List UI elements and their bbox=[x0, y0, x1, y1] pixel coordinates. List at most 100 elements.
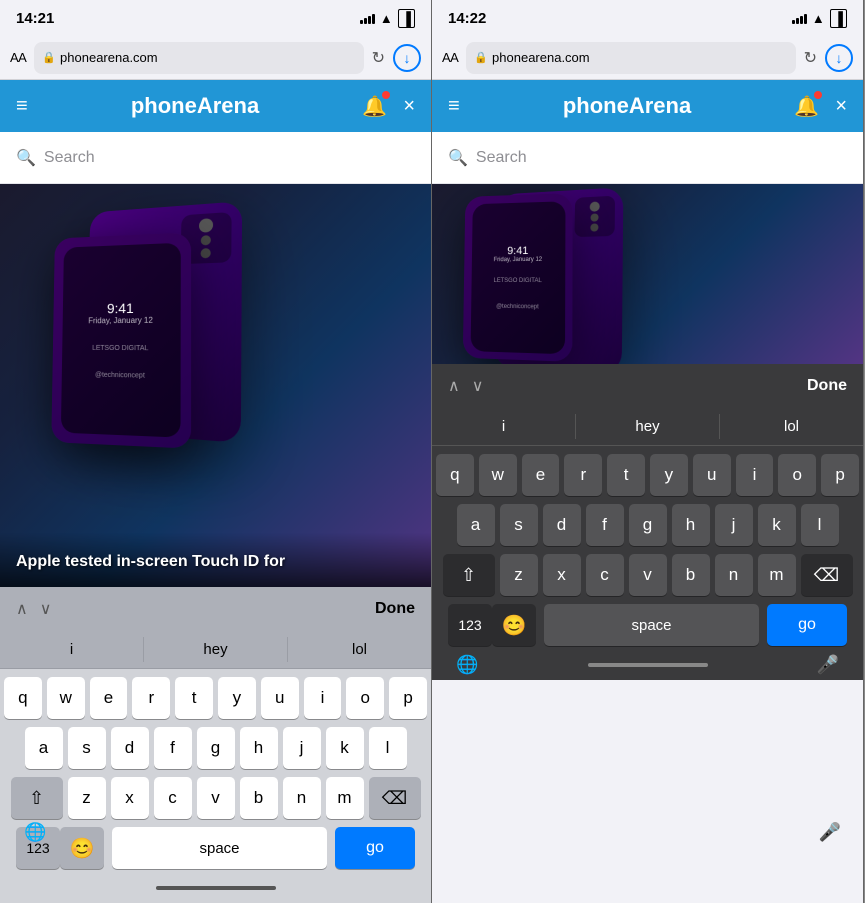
keyboard-toolbar-left: ∧ ∨ Done bbox=[0, 587, 431, 631]
key-t-left[interactable]: t bbox=[175, 677, 213, 719]
autocomplete-bar-right: i hey lol bbox=[432, 408, 863, 446]
key-u-left[interactable]: u bbox=[261, 677, 299, 719]
key-v-left[interactable]: v bbox=[197, 777, 235, 819]
key-v-right[interactable]: v bbox=[629, 554, 667, 596]
key-n-right[interactable]: n bbox=[715, 554, 753, 596]
autocomplete-word-3-right[interactable]: lol bbox=[720, 414, 863, 439]
key-x-left[interactable]: x bbox=[111, 777, 149, 819]
key-f-left[interactable]: f bbox=[154, 727, 192, 769]
key-z-right[interactable]: z bbox=[500, 554, 538, 596]
key-k-right[interactable]: k bbox=[758, 504, 796, 546]
key-w-right[interactable]: w bbox=[479, 454, 517, 496]
aa-label-left[interactable]: AA bbox=[10, 50, 26, 65]
key-m-left[interactable]: m bbox=[326, 777, 364, 819]
key-t-right[interactable]: t bbox=[607, 454, 645, 496]
prev-arrow-right[interactable]: ∧ bbox=[448, 376, 460, 396]
key-p-left[interactable]: p bbox=[389, 677, 427, 719]
key-j-right[interactable]: j bbox=[715, 504, 753, 546]
globe-icon-right: 🌐 bbox=[456, 655, 478, 676]
key-n-left[interactable]: n bbox=[283, 777, 321, 819]
key-shift-left[interactable]: ⇧ bbox=[11, 777, 63, 819]
search-bar-left[interactable]: 🔍 Search bbox=[0, 132, 431, 184]
url-bar-right[interactable]: 🔒 phonearena.com bbox=[466, 42, 795, 74]
key-p-right[interactable]: p bbox=[821, 454, 859, 496]
article-overlay-left: Apple tested in-screen Touch ID for bbox=[0, 533, 431, 587]
notification-dot-left bbox=[382, 91, 390, 99]
key-m-right[interactable]: m bbox=[758, 554, 796, 596]
key-emoji-left[interactable]: 😊 bbox=[60, 827, 104, 869]
key-h-right[interactable]: h bbox=[672, 504, 710, 546]
key-delete-right[interactable]: ⌫ bbox=[801, 554, 853, 596]
key-r-right[interactable]: r bbox=[564, 454, 602, 496]
key-c-right[interactable]: c bbox=[586, 554, 624, 596]
key-d-right[interactable]: d bbox=[543, 504, 581, 546]
key-y-left[interactable]: y bbox=[218, 677, 256, 719]
signal-icon bbox=[360, 12, 375, 24]
autocomplete-word-1-left[interactable]: i bbox=[0, 637, 144, 662]
key-a-left[interactable]: a bbox=[25, 727, 63, 769]
key-delete-left[interactable]: ⌫ bbox=[369, 777, 421, 819]
hamburger-icon-right[interactable]: ≡ bbox=[448, 95, 460, 118]
key-r-left[interactable]: r bbox=[132, 677, 170, 719]
done-button-left[interactable]: Done bbox=[375, 600, 415, 618]
nav-title-right: phoneArena bbox=[563, 93, 691, 119]
keyboard-nav-right: ∧ ∨ bbox=[448, 376, 483, 396]
key-i-right[interactable]: i bbox=[736, 454, 774, 496]
key-w-left[interactable]: w bbox=[47, 677, 85, 719]
download-button-right[interactable]: ↓ bbox=[825, 44, 853, 72]
key-j-left[interactable]: j bbox=[283, 727, 321, 769]
key-e-left[interactable]: e bbox=[90, 677, 128, 719]
key-q-right[interactable]: q bbox=[436, 454, 474, 496]
key-k-left[interactable]: k bbox=[326, 727, 364, 769]
next-arrow-left[interactable]: ∨ bbox=[40, 599, 52, 619]
key-q-left[interactable]: q bbox=[4, 677, 42, 719]
search-bar-right[interactable]: 🔍 Search bbox=[432, 132, 863, 184]
key-g-left[interactable]: g bbox=[197, 727, 235, 769]
refresh-button-left[interactable]: ↻ bbox=[372, 48, 385, 68]
key-f-right[interactable]: f bbox=[586, 504, 624, 546]
bell-container-left[interactable]: 🔔 bbox=[362, 94, 387, 119]
key-b-right[interactable]: b bbox=[672, 554, 710, 596]
close-icon-right[interactable]: × bbox=[835, 95, 847, 118]
key-i-left[interactable]: i bbox=[304, 677, 342, 719]
key-s-right[interactable]: s bbox=[500, 504, 538, 546]
key-s-left[interactable]: s bbox=[68, 727, 106, 769]
key-h-left[interactable]: h bbox=[240, 727, 278, 769]
key-space-left[interactable]: space bbox=[112, 827, 327, 869]
key-space-right[interactable]: space bbox=[544, 604, 759, 646]
autocomplete-word-3-left[interactable]: lol bbox=[288, 637, 431, 662]
key-go-left[interactable]: go bbox=[335, 827, 415, 869]
key-b-left[interactable]: b bbox=[240, 777, 278, 819]
url-bar-left[interactable]: 🔒 phonearena.com bbox=[34, 42, 363, 74]
key-emoji-right[interactable]: 😊 bbox=[492, 604, 536, 646]
next-arrow-right[interactable]: ∨ bbox=[472, 376, 484, 396]
hamburger-icon-left[interactable]: ≡ bbox=[16, 95, 28, 118]
key-go-right[interactable]: go bbox=[767, 604, 847, 646]
prev-arrow-left[interactable]: ∧ bbox=[16, 599, 28, 619]
key-g-right[interactable]: g bbox=[629, 504, 667, 546]
key-o-right[interactable]: o bbox=[778, 454, 816, 496]
bell-container-right[interactable]: 🔔 bbox=[794, 94, 819, 119]
refresh-button-right[interactable]: ↻ bbox=[804, 48, 817, 68]
key-u-right[interactable]: u bbox=[693, 454, 731, 496]
key-e-right[interactable]: e bbox=[522, 454, 560, 496]
autocomplete-word-2-left[interactable]: hey bbox=[144, 637, 288, 662]
key-l-right[interactable]: l bbox=[801, 504, 839, 546]
key-y-right[interactable]: y bbox=[650, 454, 688, 496]
key-a-right[interactable]: a bbox=[457, 504, 495, 546]
autocomplete-word-2-right[interactable]: hey bbox=[576, 414, 720, 439]
autocomplete-word-1-right[interactable]: i bbox=[432, 414, 576, 439]
download-button-left[interactable]: ↓ bbox=[393, 44, 421, 72]
key-row-2-right: a s d f g h j k l bbox=[436, 504, 859, 546]
key-shift-right[interactable]: ⇧ bbox=[443, 554, 495, 596]
key-x-right[interactable]: x bbox=[543, 554, 581, 596]
key-l-left[interactable]: l bbox=[369, 727, 407, 769]
aa-label-right[interactable]: AA bbox=[442, 50, 458, 65]
done-button-right[interactable]: Done bbox=[807, 377, 847, 395]
key-z-left[interactable]: z bbox=[68, 777, 106, 819]
key-d-left[interactable]: d bbox=[111, 727, 149, 769]
key-o-left[interactable]: o bbox=[346, 677, 384, 719]
key-c-left[interactable]: c bbox=[154, 777, 192, 819]
key-123-right[interactable]: 123 bbox=[448, 604, 492, 646]
close-icon-left[interactable]: × bbox=[403, 95, 415, 118]
